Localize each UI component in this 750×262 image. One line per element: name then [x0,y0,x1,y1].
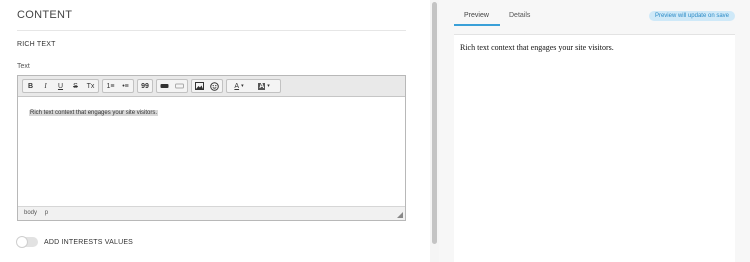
strikethrough-button[interactable]: S [68,80,83,92]
active-tab-indicator [454,24,500,26]
interests-toggle[interactable] [16,236,38,248]
panel-scrollbar[interactable] [430,0,439,262]
emoji-icon[interactable] [207,80,222,92]
color-group: A ▾ A ▾ [226,79,281,93]
chevron-down-icon: ▾ [267,83,270,89]
insert-group [191,79,223,93]
background-color-button[interactable]: A ▾ [251,80,277,92]
blockquote-group: 99 [137,79,153,93]
italic-button[interactable]: I [38,80,53,92]
rich-text-editor: B I U S Tx 1≡ •≡ 99 A ▾ A ▾ Rich text co… [17,75,406,221]
editor-content-area[interactable]: Rich text context that engages your site… [18,98,405,206]
tab-details[interactable]: Details [509,12,530,19]
preview-text: Rich text context that engages your site… [460,43,614,52]
blockquote-button[interactable]: 99 [138,80,152,92]
section-title: CONTENT [17,9,73,21]
resize-handle-icon[interactable] [397,212,403,218]
path-body[interactable]: body [24,210,37,216]
list-group: 1≡ •≡ [102,79,134,93]
toggle-knob [16,236,28,248]
underline-button[interactable]: U [53,80,68,92]
editor-statusbar: body p [18,206,405,220]
bg-color-glyph: A [258,82,266,90]
preview-canvas: Rich text context that engages your site… [454,34,735,262]
text-field-label: Text [17,63,30,70]
interests-toggle-row: ADD INTERESTS VALUES [16,236,134,248]
text-color-button[interactable]: A ▾ [227,80,251,92]
editor-text[interactable]: Rich text context that engages your site… [29,110,159,116]
path-p[interactable]: p [45,210,48,216]
image-icon[interactable] [192,80,207,92]
chevron-down-icon: ▾ [241,83,244,89]
preview-panel: Preview Details Preview will update on s… [439,0,750,262]
link-group [156,79,188,93]
link-icon[interactable] [157,80,172,92]
tab-preview[interactable]: Preview [464,12,489,19]
preview-status-badge: Preview will update on save [648,11,735,21]
clear-format-button[interactable]: Tx [83,80,98,92]
unlink-icon[interactable] [172,80,187,92]
bullet-list-button[interactable]: •≡ [118,80,133,92]
content-editor-panel: CONTENT RICH TEXT Text B I U S Tx 1≡ •≡ … [0,0,430,262]
ordered-list-button[interactable]: 1≡ [103,80,118,92]
interests-toggle-label: ADD INTERESTS VALUES [44,238,134,246]
preview-tabs: Preview Details Preview will update on s… [439,0,750,27]
component-type-label: RICH TEXT [17,41,56,48]
format-group: B I U S Tx [22,79,99,93]
editor-toolbar: B I U S Tx 1≡ •≡ 99 A ▾ A ▾ [18,76,405,97]
scrollbar-thumb[interactable] [432,2,437,244]
text-color-glyph: A [234,82,240,90]
bold-button[interactable]: B [23,80,38,92]
section-divider [17,30,406,31]
